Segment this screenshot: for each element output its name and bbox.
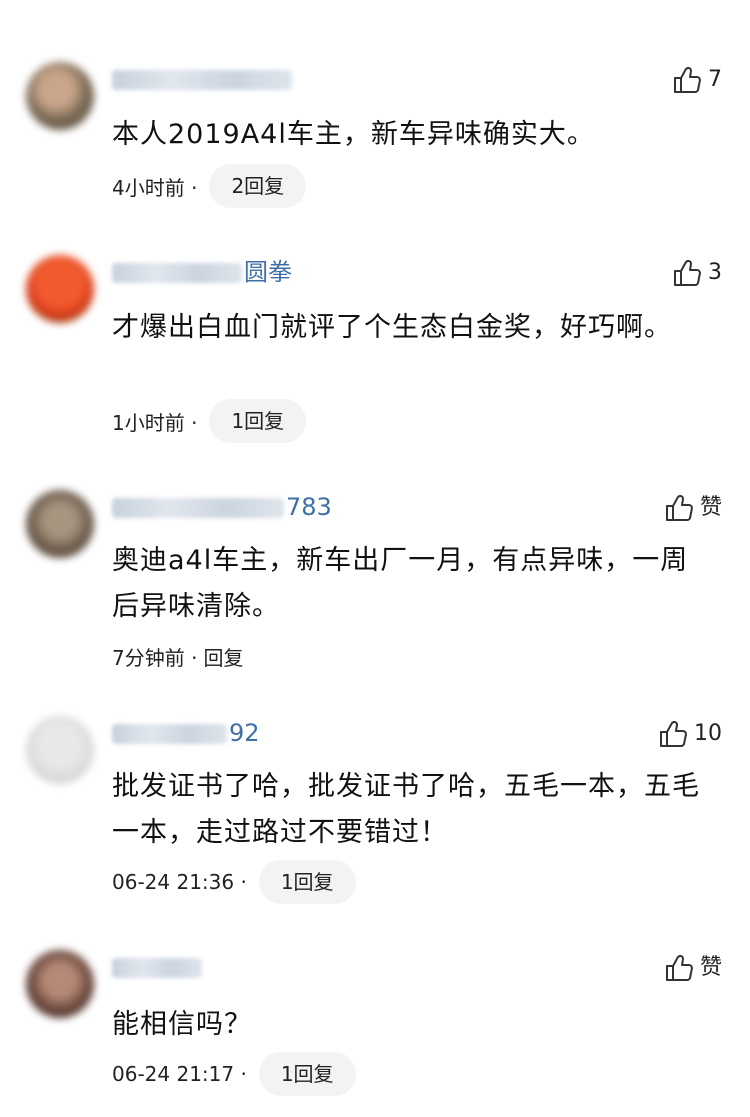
comment-list: 7 本人2019A4l车主，新车异味确实大。 4小时前 · 2回复 圆拳 3 才… xyxy=(0,0,750,1117)
like-label: 赞 xyxy=(699,495,722,520)
reply-button[interactable]: 回复 xyxy=(203,642,243,671)
like-button[interactable]: 赞 xyxy=(664,950,722,986)
comment-text: 才爆出白血门就评了个生态白金奖，好巧啊。 xyxy=(112,312,672,343)
avatar[interactable] xyxy=(26,490,94,558)
reply-button[interactable]: 1回复 xyxy=(258,1052,356,1096)
comment-text: 能相信吗？ xyxy=(112,1009,252,1040)
comment-meta: 7分钟前 · 回复 xyxy=(112,634,243,678)
like-count: 3 xyxy=(708,260,722,285)
avatar[interactable] xyxy=(26,255,94,323)
comment-text: 本人2019A4l车主，新车异味确实大。 xyxy=(112,119,595,150)
thumbs-up-icon xyxy=(660,720,687,747)
username[interactable] xyxy=(112,950,204,984)
username-suffix: 92 xyxy=(229,719,260,747)
like-button[interactable]: 10 xyxy=(658,716,722,752)
comment-meta: 06-24 21:36 · 1回复 xyxy=(112,860,356,904)
avatar[interactable] xyxy=(26,950,94,1018)
thumbs-up-icon xyxy=(665,494,693,521)
comment-item: 783 赞 奥迪a4l车主，新车出厂一月，有点异味，一周后异味清除。 7分钟前 … xyxy=(0,490,750,680)
comment-text: 批发证书了哈，批发证书了哈，五毛一本，五毛一本，走过路过不要错过！ xyxy=(112,771,700,848)
avatar[interactable] xyxy=(26,62,94,130)
comment-time: 06-24 21:17 · xyxy=(112,1062,247,1086)
username-suffix: 783 xyxy=(286,493,332,521)
reply-button[interactable]: 1回复 xyxy=(209,399,307,443)
reply-button[interactable]: 1回复 xyxy=(258,860,356,904)
like-count: 7 xyxy=(708,67,722,92)
comment-meta: 4小时前 · 2回复 xyxy=(112,164,307,208)
username[interactable] xyxy=(112,62,294,96)
comment-item: 92 10 批发证书了哈，批发证书了哈，五毛一本，五毛一本，走过路过不要错过！ … xyxy=(0,716,750,916)
comment-text: 奥迪a4l车主，新车出厂一月，有点异味，一周后异味清除。 xyxy=(112,545,689,622)
comment-item: 圆拳 3 才爆出白血门就评了个生态白金奖，好巧啊。 1小时前 · 1回复 xyxy=(0,255,750,455)
comment-meta: 1小时前 · 1回复 xyxy=(112,399,307,443)
thumbs-up-icon xyxy=(674,66,701,93)
like-button[interactable]: 3 xyxy=(672,255,722,291)
like-label: 赞 xyxy=(699,955,722,980)
avatar[interactable] xyxy=(26,716,94,784)
comment-item: 赞 能相信吗？ 06-24 21:17 · 1回复 xyxy=(0,950,750,1110)
username[interactable]: 92 xyxy=(112,716,260,750)
thumbs-up-icon xyxy=(674,259,701,286)
username[interactable]: 圆拳 xyxy=(112,255,292,289)
comment-time: 06-24 21:36 · xyxy=(112,870,247,894)
thumbs-up-icon xyxy=(665,954,693,981)
reply-button[interactable]: 2回复 xyxy=(209,164,307,208)
comment-time: 7分钟前 · xyxy=(112,645,198,670)
like-count: 10 xyxy=(694,721,722,746)
username-suffix: 圆拳 xyxy=(244,258,292,286)
comment-item: 7 本人2019A4l车主，新车异味确实大。 4小时前 · 2回复 xyxy=(0,62,750,232)
like-button[interactable]: 赞 xyxy=(664,490,722,526)
like-button[interactable]: 7 xyxy=(672,62,722,98)
comment-time: 4小时前 · xyxy=(112,175,198,200)
username[interactable]: 783 xyxy=(112,490,332,524)
comment-time: 1小时前 · xyxy=(112,410,198,435)
comment-meta: 06-24 21:17 · 1回复 xyxy=(112,1052,356,1096)
